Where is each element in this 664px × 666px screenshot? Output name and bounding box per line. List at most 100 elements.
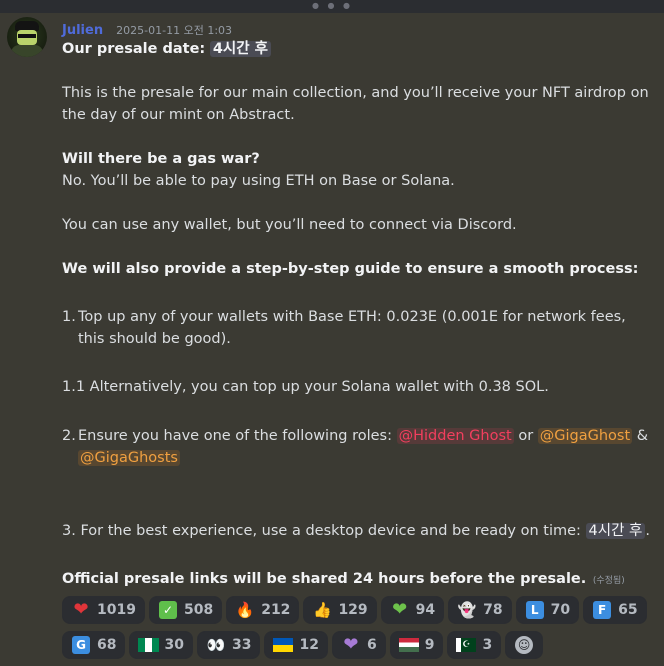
- letter-l-icon: L: [525, 600, 545, 620]
- gas-war-answer: No. You’ll be able to pay using ETH on B…: [62, 173, 455, 189]
- ampersand: &: [636, 428, 649, 444]
- avatar-glasses: [18, 34, 36, 38]
- ukraine-flag-icon: [273, 635, 294, 655]
- reaction-ghost[interactable]: 👻 78: [448, 596, 512, 624]
- red-heart-icon: ❤: [73, 599, 89, 620]
- role-mention-hidden-ghost[interactable]: @Hidden Ghost: [396, 428, 514, 444]
- check-mark-icon: ✓: [158, 600, 178, 620]
- letter-g-glyph: G: [72, 636, 90, 654]
- reaction-count: 1019: [97, 602, 136, 618]
- avatar[interactable]: [7, 17, 47, 57]
- letter-f-glyph: F: [593, 601, 612, 619]
- reaction-count: 68: [97, 637, 117, 653]
- presale-date-label: Our presale date:: [62, 41, 206, 57]
- step-1: 1. Top up any of your wallets with Base …: [62, 306, 652, 350]
- message-header: Julien 2025-01-11 오전 1:03: [62, 19, 232, 38]
- letter-g-icon: G: [71, 635, 91, 655]
- reaction-count: 6: [366, 637, 377, 653]
- ukraine-flag-shape: [273, 638, 294, 652]
- reaction-count: 212: [261, 602, 291, 618]
- reaction-green-heart[interactable]: ❤ 94: [380, 596, 445, 624]
- reaction-count: 508: [183, 602, 214, 618]
- step-2-text: Ensure you have one of the following rol…: [78, 428, 392, 444]
- step-1-number: 1.: [62, 309, 76, 325]
- message-timestamp[interactable]: 2025-01-11 오전 1:03: [116, 24, 232, 37]
- eyes-icon: 👀: [206, 635, 226, 654]
- reaction-count: 3: [482, 637, 493, 653]
- add-reaction-button[interactable]: ☺: [505, 631, 544, 659]
- or-word: or: [518, 428, 534, 444]
- role-mention-gigaghosts[interactable]: @GigaGhosts: [78, 450, 180, 466]
- reaction-hungary-flag[interactable]: 9: [389, 631, 444, 659]
- intro-paragraph: This is the presale for our main collect…: [62, 85, 649, 123]
- step-1-1: 1.1 Alternatively, you can top up your S…: [62, 379, 549, 395]
- reaction-nigeria-flag[interactable]: 30: [129, 631, 193, 659]
- reaction-count: 30: [164, 637, 184, 653]
- nigeria-flag-icon: [138, 635, 159, 655]
- reaction-letter-l[interactable]: L 70: [515, 596, 580, 624]
- reaction-pakistan-flag[interactable]: ☪ 3: [447, 631, 502, 659]
- reaction-eyes[interactable]: 👀 33: [196, 631, 261, 659]
- guide-heading: We will also provide a step-by-step guid…: [62, 261, 639, 277]
- step-2-body: Ensure you have one of the following rol…: [78, 425, 648, 469]
- step-3: 3. For the best experience, use a deskto…: [62, 520, 652, 542]
- letter-l-glyph: L: [525, 601, 544, 619]
- reaction-count: 70: [550, 602, 571, 618]
- reaction-letter-g[interactable]: G 68: [62, 631, 126, 659]
- reactions-bar: ❤ 1019 ✓ 508 🔥 212 👍 129 ❤ 94 👻 78 L 70 …: [62, 596, 658, 666]
- purple-heart-icon: ❤: [343, 634, 359, 655]
- step-2-number: 2.: [62, 428, 76, 444]
- reaction-thumbs-up[interactable]: 👍 129: [303, 596, 377, 624]
- reaction-count: 12: [299, 637, 319, 653]
- edited-label: (수정됨): [592, 576, 625, 586]
- reactions-row: ❤ 1019 ✓ 508 🔥 212 👍 129 ❤ 94 👻 78 L 70 …: [62, 596, 658, 624]
- pakistan-flag-shape: ☪: [456, 638, 477, 652]
- step-1-text: Top up any of your wallets with Base ETH…: [78, 309, 626, 347]
- presale-date-line: Our presale date: 4시간 후: [62, 38, 652, 60]
- reaction-ukraine-flag[interactable]: 12: [264, 631, 328, 659]
- role-mention-gigaghost[interactable]: @GigaGhost: [537, 428, 633, 444]
- step-2: 2. Ensure you have one of the following …: [62, 425, 652, 469]
- thumbs-up-icon: 👍: [313, 600, 332, 619]
- reaction-count: 65: [618, 602, 638, 618]
- presale-time-chip[interactable]: 4시간 후: [209, 41, 271, 57]
- fire-icon: 🔥: [235, 600, 255, 619]
- smiley-face-icon: ☺: [515, 636, 534, 654]
- reaction-count: 78: [483, 602, 503, 618]
- window-top-bar: ● ● ●: [0, 0, 664, 13]
- reaction-letter-f[interactable]: F 65: [583, 596, 647, 624]
- reaction-fire[interactable]: 🔥 212: [226, 596, 300, 624]
- step-3-period: .: [645, 523, 650, 539]
- presale-links-note: Official presale links will be shared 24…: [62, 571, 587, 587]
- wallet-line: You can use any wallet, but you’ll need …: [62, 217, 517, 233]
- pakistan-flag-icon: ☪: [456, 635, 477, 655]
- reactions-row: G 68 30 👀 33 12 ❤ 6 9 ☪ 3 ☺: [62, 631, 658, 659]
- reaction-count: 94: [415, 602, 436, 618]
- avatar-body: [11, 45, 43, 57]
- reaction-count: 33: [231, 637, 252, 653]
- message-content: Our presale date: 4시간 후 This is the pres…: [62, 38, 652, 592]
- username[interactable]: Julien: [62, 23, 103, 38]
- reaction-purple-heart[interactable]: ❤ 6: [331, 631, 386, 659]
- nigeria-flag-shape: [138, 638, 159, 652]
- ghost-icon: 👻: [457, 600, 477, 619]
- reaction-red-heart[interactable]: ❤ 1019: [62, 596, 145, 624]
- hungary-flag-icon: [398, 635, 419, 655]
- final-line: Official presale links will be shared 24…: [62, 568, 652, 592]
- reaction-check-mark[interactable]: ✓ 508: [148, 596, 223, 624]
- add-reaction-icon: ☺: [514, 635, 534, 655]
- green-heart-icon: ❤: [392, 599, 408, 620]
- step-3-time-chip[interactable]: 4시간 후: [585, 523, 646, 539]
- reaction-count: 9: [424, 637, 435, 653]
- reaction-count: 129: [338, 602, 368, 618]
- hungary-flag-shape: [398, 638, 419, 652]
